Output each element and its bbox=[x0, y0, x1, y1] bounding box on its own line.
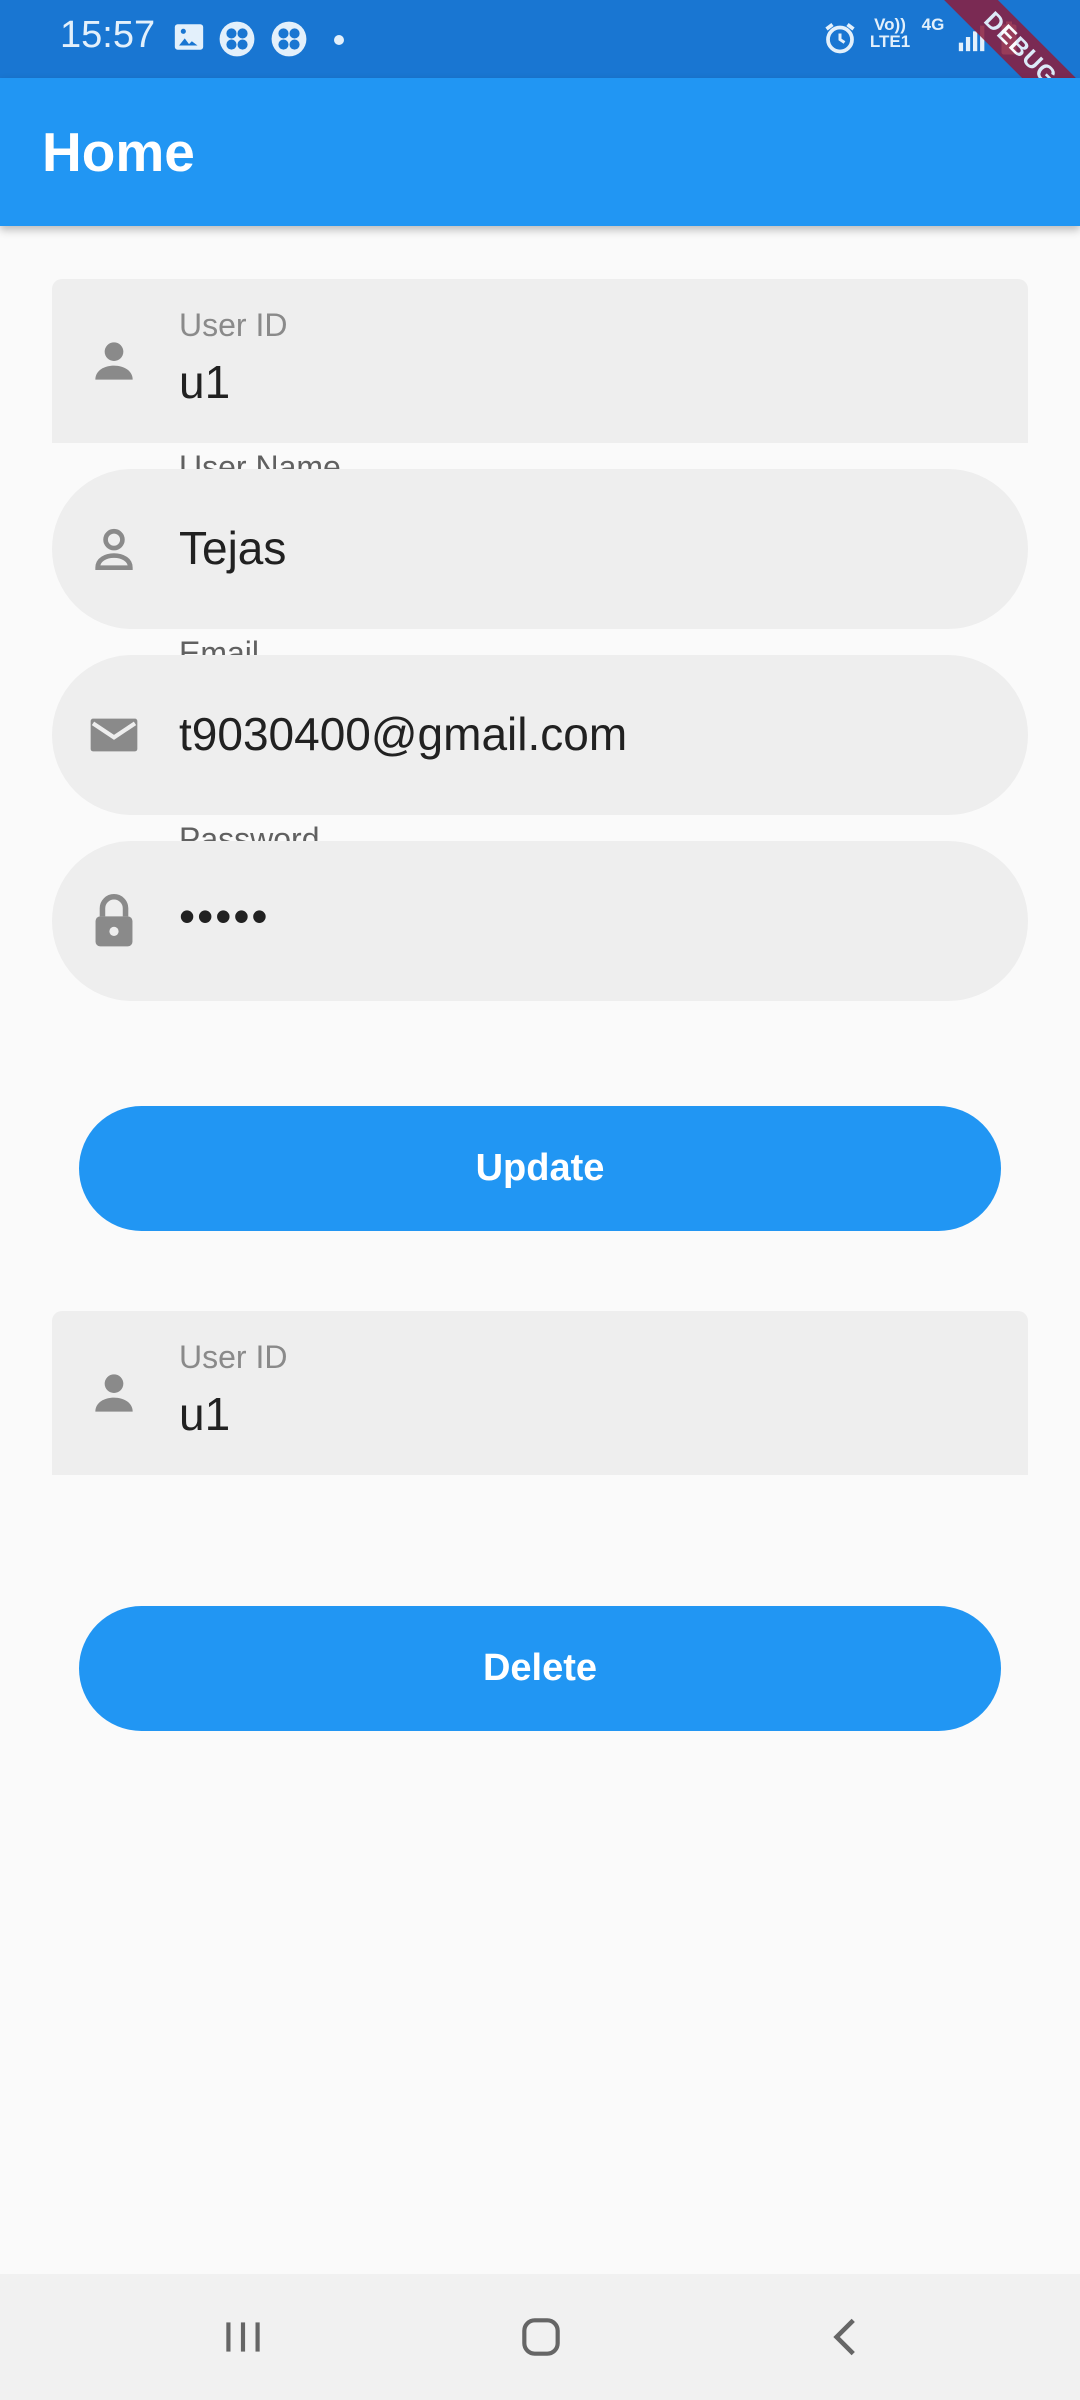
update-user-id-field[interactable]: User ID u1 bbox=[52, 279, 1028, 443]
user-name-value: Tejas bbox=[179, 522, 287, 574]
delete-user-id-value: u1 bbox=[179, 1388, 231, 1440]
page-title: Home bbox=[42, 121, 195, 183]
update-button[interactable]: Update bbox=[79, 1106, 1001, 1231]
recents-icon[interactable] bbox=[218, 2312, 268, 2367]
network-indicator: 4G bbox=[921, 15, 945, 34]
status-time: 15:57 bbox=[60, 14, 156, 56]
lock-icon bbox=[86, 891, 142, 956]
person-icon bbox=[86, 1365, 142, 1426]
back-icon[interactable] bbox=[822, 2312, 872, 2367]
fan-icon bbox=[218, 20, 256, 63]
gallery-icon bbox=[172, 20, 206, 59]
delete-button[interactable]: Delete bbox=[79, 1606, 1001, 1731]
user-name-field[interactable]: Tejas bbox=[52, 469, 1028, 629]
email-value: t9030400@gmail.com bbox=[179, 708, 628, 760]
status-bar: 15:57 Vo)) LTE1 4G DEBUG bbox=[0, 0, 1080, 155]
mail-icon bbox=[86, 707, 142, 768]
email-field[interactable]: t9030400@gmail.com bbox=[52, 655, 1028, 815]
volte-indicator: Vo)) LTE1 bbox=[869, 15, 911, 51]
person-icon bbox=[86, 333, 142, 394]
alarm-icon bbox=[822, 20, 858, 61]
person-outline-icon bbox=[86, 521, 142, 582]
app-bar: Home bbox=[0, 78, 1080, 226]
user-id-value: u1 bbox=[179, 356, 231, 408]
dot-icon bbox=[334, 32, 344, 50]
delete-user-id-label: User ID bbox=[179, 1339, 288, 1375]
password-value: ••••• bbox=[179, 890, 270, 942]
home-icon[interactable] bbox=[516, 2312, 566, 2367]
fan-icon bbox=[270, 20, 308, 63]
delete-user-id-field[interactable]: User ID u1 bbox=[52, 1311, 1028, 1475]
navigation-bar bbox=[0, 2274, 1080, 2400]
password-field[interactable]: ••••• bbox=[52, 841, 1028, 1001]
user-id-label: User ID bbox=[179, 307, 288, 343]
